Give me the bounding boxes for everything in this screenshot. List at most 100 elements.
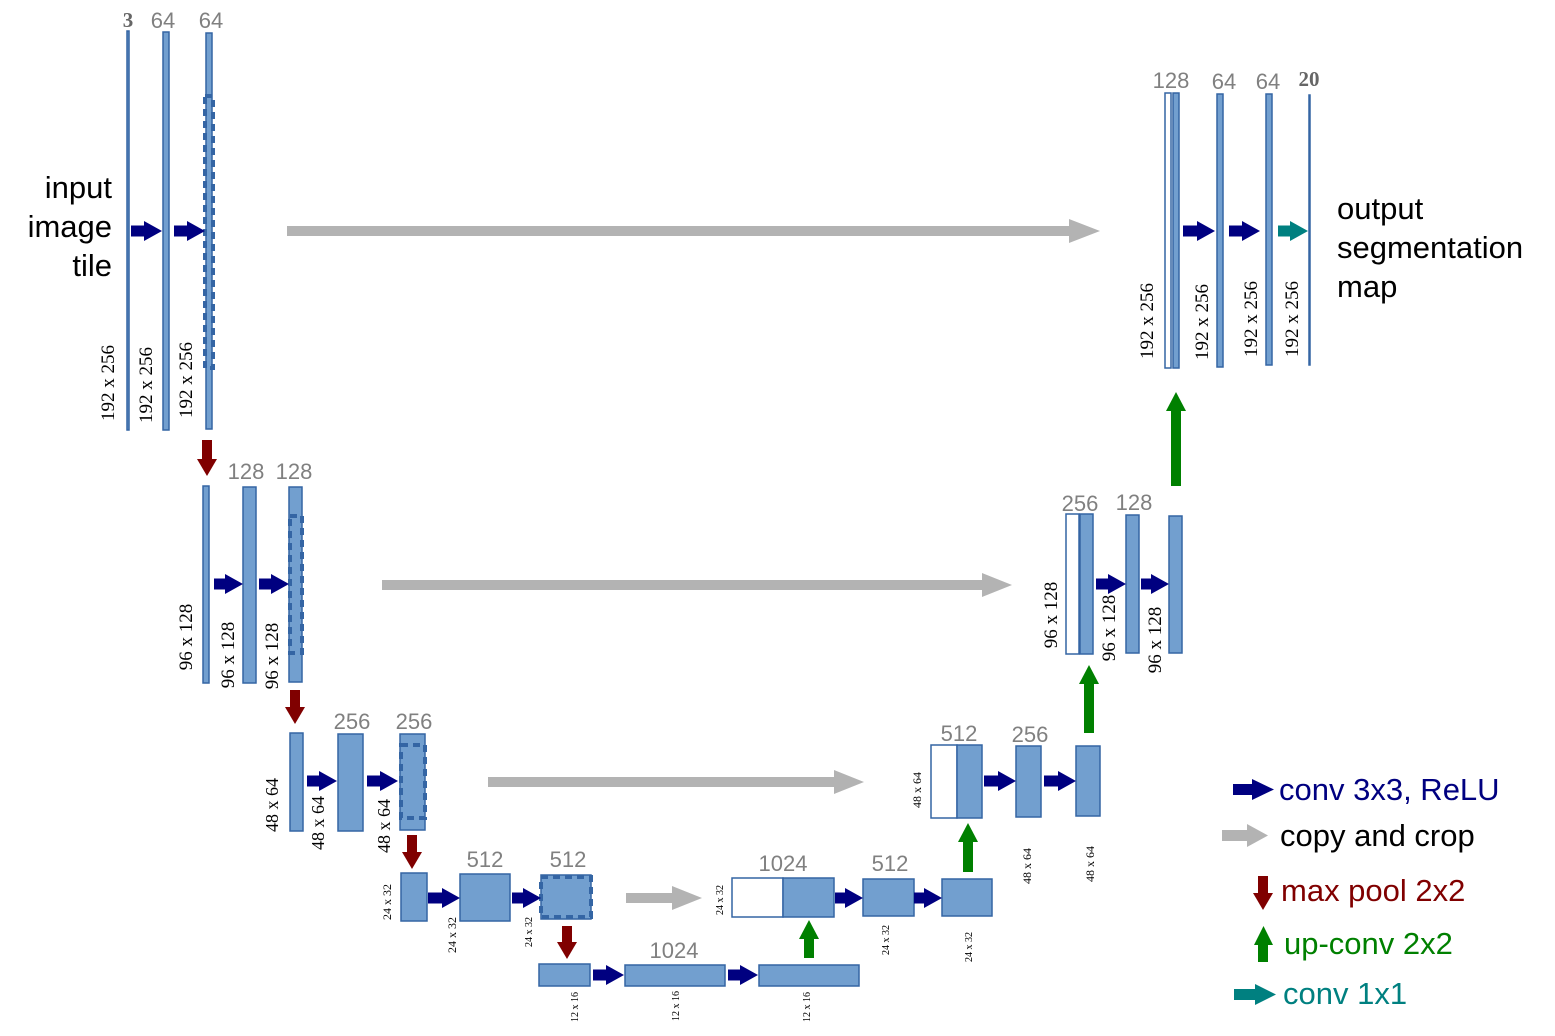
feature-map-dec1-copied <box>1164 92 1172 369</box>
spatial-size-label: 96 x 128 <box>1145 607 1166 674</box>
spatial-size-label: 192 x 256 <box>136 347 157 423</box>
spatial-size-label: 12 x 16 <box>570 992 581 1022</box>
spatial-size-label: 24 x 32 <box>881 925 892 955</box>
legend: conv 3x3, ReLU copy and crop max pool 2x… <box>1222 772 1500 1011</box>
copy-arrow-level1 <box>287 219 1100 243</box>
legend-item-copy: copy and crop <box>1222 818 1475 853</box>
feature-map-dec1-concat <box>1172 92 1180 369</box>
channel-label: 3 <box>123 8 134 32</box>
output-label-line: segmentation <box>1337 230 1523 265</box>
input-label-line: input <box>45 170 113 205</box>
feature-map-bott-pool <box>538 963 591 987</box>
feature-map-dec4-concat <box>782 877 835 918</box>
conv-arrow-icon <box>1044 771 1076 791</box>
input-label-line: tile <box>72 248 112 283</box>
spatial-size-label: 48 x 64 <box>308 796 328 850</box>
feature-map-dec2-conv2 <box>1168 515 1183 654</box>
channel-label: 64 <box>151 8 175 33</box>
feature-map-enc3-conv2 <box>399 733 426 831</box>
spatial-size-label: 192 x 256 <box>98 345 119 421</box>
legend-label: copy and crop <box>1280 818 1475 853</box>
conv-arrow-icon <box>1183 221 1215 241</box>
spatial-size-label: 96 x 128 <box>262 623 283 690</box>
feature-map-dec1-conv1 <box>1216 93 1224 368</box>
spatial-size-label: 192 x 256 <box>176 342 197 418</box>
copy-arrow-icon <box>1222 824 1268 847</box>
conv-arrow-icon <box>728 965 758 985</box>
feature-map-bott-conv1 <box>624 964 726 987</box>
channel-label: 512 <box>550 847 587 872</box>
spatial-size-label: 12 x 16 <box>802 992 813 1022</box>
spatial-size-label: 96 x 128 <box>1099 595 1120 662</box>
maxpool-arrow-icon <box>1253 876 1273 910</box>
maxpool-arrow-icon <box>402 835 422 869</box>
output-label: output segmentation map <box>1337 191 1523 304</box>
legend-label: conv 1x1 <box>1283 976 1407 1011</box>
copy-arrow-level2 <box>382 573 1012 597</box>
feature-map-output <box>1308 94 1311 366</box>
conv-arrow-icon <box>174 221 205 241</box>
channel-label: 512 <box>467 847 504 872</box>
spatial-size-label: 192 x 256 <box>1192 284 1213 360</box>
conv-arrow-icon <box>593 965 624 985</box>
channel-label: 256 <box>396 709 433 734</box>
conv-arrow-icon <box>131 221 162 241</box>
conv-arrow-icon <box>1229 221 1260 241</box>
channel-label: 1024 <box>759 851 808 876</box>
legend-item-upconv: up-conv 2x2 <box>1254 926 1453 962</box>
legend-label: up-conv 2x2 <box>1284 926 1453 961</box>
feature-map-enc2-pool <box>202 485 210 684</box>
spatial-size-label: 192 x 256 <box>1137 283 1158 359</box>
conv-arrow-icon <box>1141 574 1169 594</box>
feature-map-dec4-conv2 <box>941 878 993 917</box>
copy-arrow-level3 <box>488 770 864 794</box>
spatial-size-label: 12 x 16 <box>671 991 682 1021</box>
conv-arrow-icon <box>512 888 541 908</box>
spatial-size-label: 48 x 64 <box>1083 846 1097 882</box>
spatial-size-label: 192 x 256 <box>1241 281 1262 357</box>
spatial-size-label: 48 x 64 <box>910 772 924 808</box>
channel-label: 256 <box>1012 722 1049 747</box>
feature-map-enc1-input <box>126 30 130 431</box>
feature-map-enc4-conv1 <box>459 873 511 922</box>
feature-map-dec2-concat <box>1079 513 1094 655</box>
conv-arrow-icon <box>367 771 398 791</box>
conv-arrow-icon <box>307 771 337 791</box>
feature-map-dec2-copied <box>1065 513 1080 655</box>
spatial-size-label: 24 x 32 <box>715 885 726 915</box>
spatial-size-label: 24 x 32 <box>524 917 535 947</box>
spatial-size-label: 48 x 64 <box>1020 848 1034 884</box>
channel-label: 128 <box>1153 68 1190 93</box>
feature-map-enc4-conv2 <box>540 874 592 920</box>
channel-label: 1024 <box>650 938 699 963</box>
spatial-size-label: 24 x 32 <box>445 917 459 953</box>
spatial-size-label: 96 x 128 <box>176 604 197 671</box>
conv-arrow-icon <box>214 574 243 594</box>
input-label-line: image <box>28 209 112 244</box>
feature-map-dec3-concat <box>956 744 983 819</box>
conv-arrow-icon <box>914 888 942 908</box>
spatial-size-label: 96 x 128 <box>218 622 239 689</box>
feature-map-dec1-conv2 <box>1265 93 1273 366</box>
legend-item-conv1x1: conv 1x1 <box>1234 976 1407 1011</box>
copy-arrow-level4 <box>626 886 702 910</box>
upconv-arrow-icon <box>1079 665 1099 733</box>
spatial-size-label: 24 x 32 <box>964 932 975 962</box>
conv1x1-arrow-icon <box>1278 221 1308 241</box>
channel-label: 128 <box>228 459 265 484</box>
maxpool-arrow-icon <box>197 440 217 476</box>
input-label: input image tile <box>28 170 113 283</box>
conv1x1-arrow-icon <box>1234 984 1276 1005</box>
channel-label: 64 <box>1256 69 1280 94</box>
maxpool-arrow-icon <box>557 926 577 959</box>
conv-arrow-icon <box>1096 574 1126 594</box>
maxpool-arrow-icon <box>285 690 305 724</box>
legend-label: max pool 2x2 <box>1281 873 1465 908</box>
conv-arrow-icon <box>428 888 460 908</box>
legend-item-conv: conv 3x3, ReLU <box>1233 772 1500 807</box>
channel-label: 256 <box>1062 491 1099 516</box>
channel-label: 128 <box>1116 490 1153 515</box>
conv-arrow-icon <box>835 888 863 908</box>
output-label-line: map <box>1337 269 1397 304</box>
upconv-arrow-icon <box>799 920 819 958</box>
